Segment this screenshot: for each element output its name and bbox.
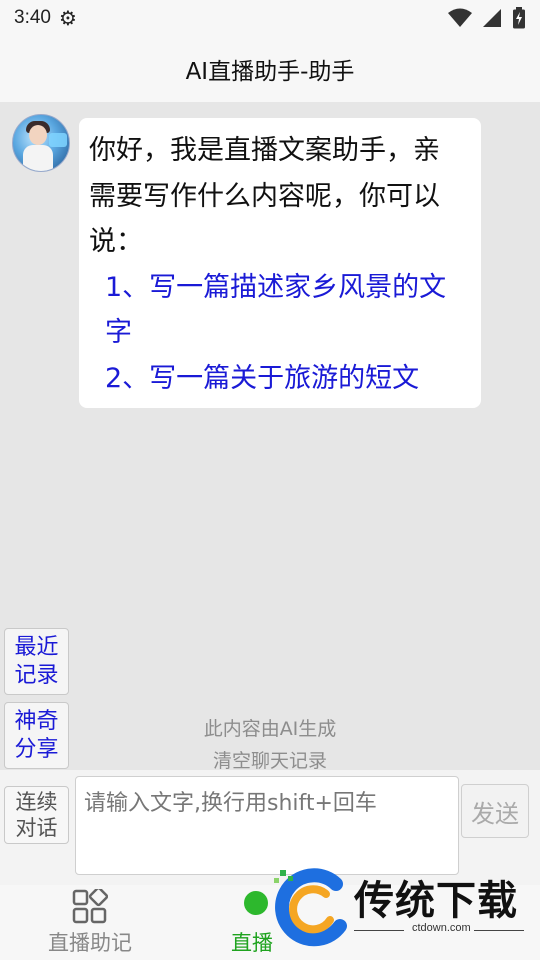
watermark-url: ctdown.com xyxy=(412,922,471,934)
watermark-logo-icon xyxy=(274,868,347,947)
gear-icon: ⚙ xyxy=(58,6,77,30)
grid-icon xyxy=(72,888,108,923)
status-icons xyxy=(448,7,526,29)
ai-generated-note: 此内容由AI生成 xyxy=(203,718,337,740)
wifi-icon xyxy=(448,8,472,27)
recent-label-1: 最近 xyxy=(14,634,59,660)
suggestion-link-1-cont[interactable]: 字 xyxy=(89,310,471,356)
suggestion-link-1[interactable]: 1、写一篇描述家乡风景的文 xyxy=(89,265,471,311)
assistant-message-bubble: 你好，我是直播文案助手，亲 需要写作什么内容呢，你可以 说： 1、写一篇描述家乡… xyxy=(79,118,481,408)
continuous-dialog-button[interactable]: 连续 对话 xyxy=(4,786,69,844)
clear-history-link[interactable]: 清空聊天记录 xyxy=(0,746,540,773)
message-line: 需要写作什么内容呢，你可以 xyxy=(89,180,440,212)
recent-label-2: 记录 xyxy=(14,662,59,688)
message-line: 说： xyxy=(89,226,143,257)
signal-icon xyxy=(483,9,501,27)
suggestion-link-2[interactable]: 2、写一篇关于旅游的短文 xyxy=(89,356,471,402)
status-bar: 3:40 ⚙ xyxy=(0,0,540,36)
continue-label-1: 连续 xyxy=(15,790,58,814)
nav-label-live-notes: 直播助记 xyxy=(48,930,132,955)
battery-icon xyxy=(513,7,525,29)
recent-records-button[interactable]: 最近 记录 xyxy=(4,628,69,695)
page-title: AI直播助手-助手 xyxy=(0,36,540,102)
message-input[interactable] xyxy=(75,776,459,875)
assistant-avatar xyxy=(12,114,70,172)
watermark: 传统下载 ctdown.com xyxy=(262,862,540,960)
watermark-brand: 传统下载 xyxy=(354,878,518,924)
status-time: 3:40 xyxy=(14,7,51,28)
message-line: 你好，我是直播文案助手，亲 xyxy=(89,135,440,166)
nav-item-live-notes[interactable]: 直播助记 xyxy=(40,885,140,960)
continue-label-2: 对话 xyxy=(15,816,58,840)
send-button[interactable]: 发送 xyxy=(461,784,529,838)
